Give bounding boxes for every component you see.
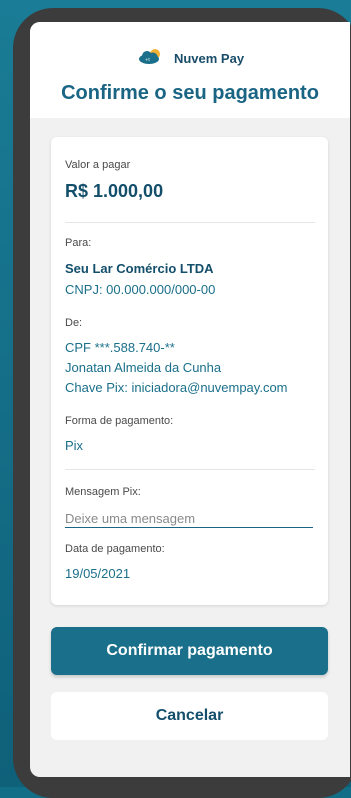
payer-cpf: CPF ***.588.740-**	[65, 340, 175, 355]
payment-method-label: Forma de pagamento:	[65, 415, 174, 427]
divider	[65, 469, 315, 470]
payment-date-value: 19/05/2021	[65, 566, 131, 581]
payment-summary-card: Valor a pagar R$ 1.000,00 Para: Seu Lar …	[51, 137, 328, 605]
phone-screen: +t Nuvem Pay Confirme o seu pagamento Va…	[30, 22, 350, 777]
cancel-button[interactable]: Cancelar	[51, 692, 328, 740]
recipient-name: Seu Lar Comércio LTDA	[65, 261, 214, 276]
payer-pix-key: Chave Pix: iniciadora@nuvempay.com	[65, 380, 288, 395]
payment-method-value: Pix	[65, 438, 84, 453]
payment-date-label: Data de pagamento:	[65, 543, 165, 555]
page-title: Confirme o seu pagamento	[61, 82, 319, 104]
brand-name: Nuvem Pay	[173, 51, 245, 66]
recipient-cnpj: CNPJ: 00.000.000/000-00	[65, 282, 216, 297]
amount-value: R$ 1.000,00	[65, 181, 164, 201]
brand: +t Nuvem Pay	[30, 48, 350, 69]
recipient-label: Para:	[65, 237, 92, 249]
divider	[65, 222, 315, 223]
pix-message-input[interactable]	[65, 509, 313, 528]
cloud-sun-icon: +t	[136, 48, 166, 69]
pix-message-label: Mensagem Pix:	[65, 486, 141, 498]
svg-text:+t: +t	[145, 57, 150, 62]
payer-label: De:	[65, 317, 83, 329]
confirm-payment-button[interactable]: Confirmar pagamento	[51, 627, 328, 675]
amount-label: Valor a pagar	[65, 159, 131, 171]
app-header: +t Nuvem Pay Confirme o seu pagamento	[30, 22, 350, 118]
payer-name: Jonatan Almeida da Cunha	[65, 360, 222, 375]
